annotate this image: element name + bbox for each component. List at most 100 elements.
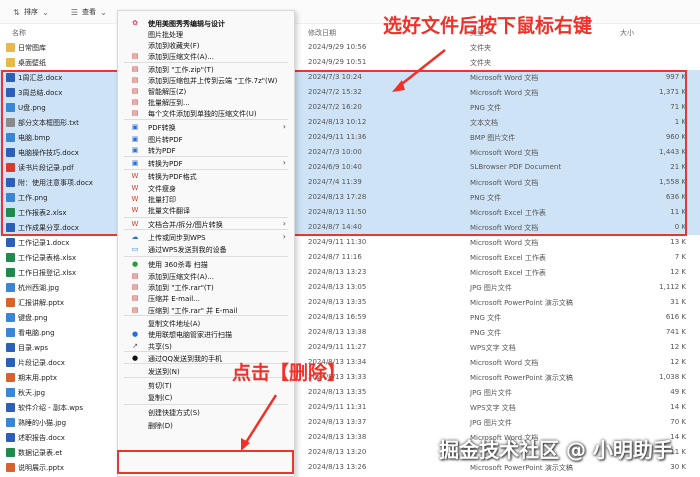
file-icon [6,208,15,217]
file-date: 2024/8/13 13:26 [308,463,367,471]
file-row[interactable]: 电脑.bmp 2024/9/11 11:36 BMP 图片文件 960 K [0,130,700,145]
file-row[interactable]: 1周汇总.docx 2024/7/3 10:24 Microsoft Word 文档… [0,70,700,85]
file-row[interactable]: 电脑操作技巧.docx 2024/7/3 10:00 Microsoft Word … [0,145,700,160]
file-size: 14 K [670,403,686,411]
menu-item[interactable]: ▤ 压缩到 "工作.rar" 并 E-mail [118,305,294,316]
file-date: 2024/8/13 13:23 [308,268,367,276]
file-row[interactable]: 熟睡的小猫.jpg 2024/8/13 13:37 JPG 图片文件 70 K [0,415,700,430]
file-name: 1周汇总.docx [18,74,63,82]
file-type: Microsoft Word 文档 [470,179,539,187]
menu-item[interactable]: ▣ 转换为PDF › [118,158,294,169]
file-row[interactable]: 部分文本框图形.txt 2024/8/13 10:12 文本文档 1 K [0,115,700,130]
column-date[interactable]: 修改日期 [308,28,336,38]
file-size: 1,558 K [659,178,686,186]
file-row[interactable]: 工作.png 2024/8/13 17:28 PNG 文件 636 K [0,190,700,205]
file-icon [6,388,15,397]
menu-item[interactable]: 图片批处理 [118,29,294,40]
file-row[interactable]: 片段记录.docx 2024/8/13 13:34 Microsoft Word 文… [0,355,700,370]
unzip-icon: ▤ [131,98,139,106]
view-button[interactable]: ☰ 查看 ⌄ [70,7,108,17]
menu-item[interactable]: W 文档合并/拆分/图片转换 › [118,219,294,230]
menu-item[interactable]: W 批量文件翻译 [118,205,294,216]
menu-item[interactable]: ▣ 转为PDF [118,145,294,156]
file-size: 30 K [670,463,686,471]
file-row[interactable]: 秋天.jpg 2024/8/13 13:35 JPG 图片文件 49 K [0,385,700,400]
file-row[interactable]: 键盘.png 2024/8/13 16:59 PNG 文件 616 K [0,310,700,325]
file-row[interactable]: 汇报讲解.pptx 2024/8/13 13:35 Microsoft PowerP… [0,295,700,310]
menu-item[interactable]: W 转换为PDF格式 [118,171,294,182]
menu-item[interactable]: ● 使用 360杀毒 扫描 [118,259,294,270]
file-size: 12 K [670,268,686,276]
sort-button[interactable]: ⇅ 排序 ⌄ [12,7,50,17]
file-name: 3周总结.docx [18,89,63,97]
menu-item[interactable]: 复制文件地址(A) [118,318,294,329]
menu-item[interactable]: ↗ 共享(S) [118,341,294,352]
send-icon: ▭ [131,245,139,253]
menu-item-label: 剪切(T) [148,382,172,390]
menu-item-label: PDF转换 [148,124,176,132]
menu-item[interactable]: W 文件瘦身 [118,183,294,194]
file-icon [6,268,15,277]
file-type: Microsoft Word 文档 [470,224,539,232]
file-row[interactable]: 目录.wps 2024/9/11 11:27 WPS文字 文档 12 K [0,340,700,355]
file-row[interactable]: 期末用.pptx 2024/8/13 13:33 Microsoft PowerPo… [0,370,700,385]
file-name: 述职报告.docx [18,434,65,442]
file-row[interactable]: 工作成果分享.docx 2024/8/7 14:40 Microsoft Word … [0,220,700,235]
file-date: 2024/7/4 11:39 [308,178,362,186]
file-name: 桌面壁纸 [18,59,46,67]
menu-item[interactable]: 复制(C) [118,392,294,403]
wps-icon: W [131,220,139,228]
file-row[interactable]: 读书片段记录.pdf 2024/6/9 10:40 SLBrowser PDF Do… [0,160,700,175]
file-type: PNG 文件 [470,329,502,337]
file-row[interactable]: 3周总结.docx 2024/7/2 15:32 Microsoft Word 文档… [0,85,700,100]
menu-item-label: 转换为PDF [148,160,183,168]
file-row[interactable]: 杭州西湖.jpg 2024/8/13 13:05 JPG 图片文件 1,112 K [0,280,700,295]
chevron-down-icon: ⌄ [100,7,107,17]
menu-item[interactable]: ▤ 添加到压缩文件(A)... [118,51,294,62]
file-row[interactable]: 日常图库 2024/9/29 10:56 文件夹 [0,40,700,55]
file-date: 2024/8/13 11:50 [308,208,367,216]
menu-item[interactable]: ▤ 添加到 "工作.rar"(T) [118,282,294,293]
file-icon [6,433,15,442]
menu-item[interactable]: W 批量打印 [118,194,294,205]
file-size: 1,112 K [659,283,686,291]
column-name[interactable]: 名称 [12,28,26,38]
file-name: 看电脑.png [18,329,55,337]
file-row[interactable]: 软件介绍 - 副本.wps 2024/9/11 11:31 WPS文字 文档 14 K [0,400,700,415]
menu-item[interactable]: ● 使用联想电脑管家进行扫描 [118,329,294,340]
menu-item[interactable]: ✿ 使用美图秀秀编辑与设计 [118,18,294,29]
menu-item[interactable]: ▣ 图片转PDF [118,134,294,145]
menu-item[interactable]: 删除(D) [118,420,294,431]
file-row[interactable]: 附：使用注意事项.docx 2024/7/4 11:39 Microsoft Wor… [0,175,700,190]
file-row[interactable]: 工作记录1.docx 2024/9/11 11:30 Microsoft Word … [0,235,700,250]
column-size[interactable]: 大小 [620,28,634,38]
file-row[interactable]: 工作记录表格.xlsx 2024/8/7 11:16 Microsoft Excel… [0,250,700,265]
menu-item[interactable]: 添加到收藏夹(F) [118,40,294,51]
file-row[interactable]: U盘.png 2024/7/2 16:20 PNG 文件 71 K [0,100,700,115]
menu-item[interactable]: ▤ 每个文件添加到单独的压缩文件(U) [118,108,294,119]
file-size: 11 K [670,208,686,216]
translate-icon: W [131,206,139,214]
file-date: 2024/7/3 10:00 [308,148,362,156]
file-name: U盘.png [18,104,46,112]
menu-item[interactable]: ▤ 添加到压缩文件(A)... [118,271,294,282]
file-row[interactable]: 看电脑.png 2024/8/13 13:38 PNG 文件 741 K [0,325,700,340]
menu-item[interactable]: ▤ 智能解压(Z) [118,86,294,97]
file-name: 熟睡的小猫.jpg [18,419,67,427]
menu-item[interactable]: ▤ 批量解压到... [118,97,294,108]
archive-icon: ▤ [131,294,139,302]
chevron-right-icon: › [282,232,286,241]
file-row[interactable]: 工作日报登记.xlsx 2024/8/13 13:23 Microsoft Exce… [0,265,700,280]
menu-item[interactable]: ▤ 添加到 "工作.zip"(T) [118,64,294,75]
menu-item[interactable]: ▤ 添加到压缩包并上传到云端 "工作.7z"(W) [118,75,294,86]
menu-item[interactable]: ▤ 压缩并 E-mail... [118,293,294,304]
menu-item-label: 添加到压缩包并上传到云端 "工作.7z"(W) [148,77,278,85]
file-size: 21 K [670,163,686,171]
menu-item[interactable]: 创建快捷方式(S) [118,407,294,418]
menu-item[interactable]: ▣ PDF转换 › [118,122,294,133]
file-icon [6,253,15,262]
file-row[interactable]: 桌面壁纸 2024/9/29 10:51 文件夹 [0,55,700,70]
menu-item[interactable]: ▭ 通过WPS发送到我的设备 [118,244,294,255]
file-row[interactable]: 工作报表2.xlsx 2024/8/13 11:50 Microsoft Excel… [0,205,700,220]
menu-item[interactable]: ☁ 上传或同步到WPS › [118,232,294,243]
